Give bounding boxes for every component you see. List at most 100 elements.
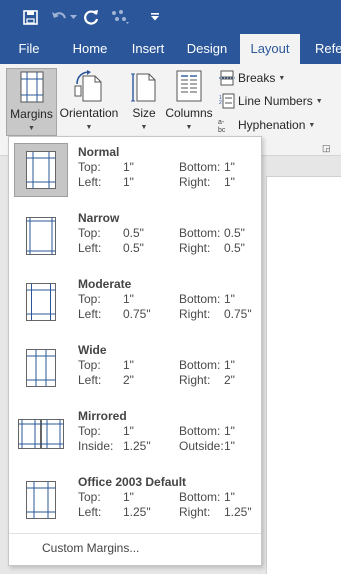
margin-preset-narrow[interactable]: Narrow Top: 0.5" Bottom: 0.5" Left: 0.5"…: [9, 205, 261, 267]
right-value: 1": [224, 175, 235, 189]
top-value: 1": [123, 490, 134, 504]
top-value: 1": [123, 358, 134, 372]
left-label: Left:: [78, 373, 102, 387]
columns-label: Columns: [165, 106, 213, 120]
bottom-label: Bottom:: [179, 490, 221, 504]
top-value: 1": [123, 292, 134, 306]
bottom-value: 1": [224, 358, 235, 372]
inside-value: 1.25": [123, 439, 151, 453]
ribbon-tab-bar: File Home Insert Design Layout Refe: [0, 34, 341, 64]
right-label: Right:: [179, 373, 211, 387]
bottom-label: Bottom:: [179, 424, 221, 438]
right-value: 2": [224, 373, 235, 387]
size-icon: [131, 70, 157, 105]
chevron-down-icon: ▼: [28, 125, 35, 132]
redo-icon[interactable]: [83, 7, 101, 27]
top-label: Top:: [78, 358, 101, 372]
orientation-button[interactable]: Orientation ▼: [58, 68, 120, 136]
bottom-value: 1": [224, 160, 235, 174]
mirrored-margins-icon: [14, 407, 68, 461]
bottom-value: 1": [224, 424, 235, 438]
size-label: Size: [132, 106, 156, 120]
tab-insert[interactable]: Insert: [122, 34, 174, 64]
top-label: Top:: [78, 226, 101, 240]
wide-margins-icon: [14, 341, 68, 395]
breaks-button[interactable]: Breaks ▼: [218, 68, 285, 88]
margin-preset-office-2003-default[interactable]: Office 2003 Default Top: 1" Bottom: 1" L…: [9, 469, 261, 531]
right-label: Right:: [179, 241, 211, 255]
inside-label: Inside:: [78, 439, 114, 453]
undo-dropdown-icon[interactable]: [69, 7, 77, 27]
chevron-down-icon: ▼: [185, 124, 193, 131]
margin-preset-normal[interactable]: Normal Top: 1" Bottom: 1" Left: 1" Right…: [9, 139, 261, 201]
left-value: 2": [123, 373, 134, 387]
chevron-down-icon: ▼: [85, 124, 93, 131]
columns-icon: [176, 70, 202, 105]
page-setup-launcher-icon[interactable]: ◲: [322, 143, 331, 154]
bottom-label: Bottom:: [179, 358, 221, 372]
orientation-label: Orientation: [59, 106, 119, 120]
tab-design[interactable]: Design: [174, 34, 240, 64]
margins-label: Margins: [10, 107, 53, 121]
save-icon[interactable]: [20, 7, 40, 27]
margin-preset-name: Narrow: [78, 211, 120, 225]
quick-access-toolbar: [0, 0, 341, 34]
line-numbers-label: Line Numbers: [238, 94, 313, 108]
margin-preset-name: Wide: [78, 343, 107, 357]
bottom-label: Bottom:: [179, 160, 221, 174]
line-numbers-button[interactable]: 12 Line Numbers ▼: [218, 91, 323, 111]
size-button[interactable]: Size ▼: [126, 68, 162, 136]
tab-file[interactable]: File: [0, 34, 58, 64]
left-label: Left:: [78, 307, 102, 321]
outside-label: Outside:: [179, 439, 224, 453]
svg-text:2: 2: [219, 100, 222, 106]
top-value: 1": [123, 424, 134, 438]
chevron-down-icon: ▼: [140, 124, 148, 131]
outside-value: 1": [224, 439, 235, 453]
bottom-value: 1": [224, 490, 235, 504]
margin-preset-mirrored[interactable]: Mirrored Top: 1" Bottom: 1" Inside: 1.25…: [9, 403, 261, 465]
touch-mode-icon[interactable]: [108, 7, 132, 27]
left-value: 1": [123, 175, 134, 189]
margins-button[interactable]: Margins ▼: [6, 68, 57, 136]
left-label: Left:: [78, 505, 102, 519]
right-label: Right:: [179, 505, 211, 519]
tab-layout[interactable]: Layout: [240, 34, 300, 64]
breaks-label: Breaks: [238, 71, 276, 85]
right-value: 0.5": [224, 241, 245, 255]
top-label: Top:: [78, 424, 101, 438]
columns-button[interactable]: Columns ▼: [163, 68, 215, 136]
tab-home[interactable]: Home: [58, 34, 122, 64]
custom-margins-menu-item[interactable]: Custom Margins...: [42, 541, 139, 555]
top-label: Top:: [78, 160, 101, 174]
hyphenation-icon: a-bc: [218, 116, 236, 134]
hyphenation-label: Hyphenation: [238, 118, 306, 132]
margin-preset-wide[interactable]: Wide Top: 1" Bottom: 1" Left: 2" Right: …: [9, 337, 261, 399]
bottom-label: Bottom:: [179, 292, 221, 306]
margins-icon: [20, 71, 44, 106]
left-value: 0.5": [123, 241, 144, 255]
margin-preset-name: Moderate: [78, 277, 132, 291]
right-value: 1.25": [224, 505, 252, 519]
customize-qat-icon[interactable]: [148, 7, 162, 27]
bottom-label: Bottom:: [179, 226, 221, 240]
menu-divider: [9, 533, 261, 534]
top-label: Top:: [78, 292, 101, 306]
left-label: Left:: [78, 241, 102, 255]
margins-dropdown-menu: Normal Top: 1" Bottom: 1" Left: 1" Right…: [8, 136, 262, 566]
document-page[interactable]: [266, 176, 341, 574]
undo-icon[interactable]: [50, 7, 68, 27]
margin-preset-name: Normal: [78, 145, 120, 159]
right-label: Right:: [179, 175, 211, 189]
right-label: Right:: [179, 307, 211, 321]
left-label: Left:: [78, 175, 102, 189]
narrow-margins-icon: [14, 209, 68, 263]
tab-references[interactable]: Refe: [300, 34, 341, 64]
hyphenation-button[interactable]: a-bc Hyphenation ▼: [218, 115, 315, 135]
chevron-down-icon: ▼: [278, 74, 286, 82]
normal-margins-icon: [14, 143, 68, 197]
margin-preset-moderate[interactable]: Moderate Top: 1" Bottom: 1" Left: 0.75" …: [9, 271, 261, 333]
bottom-value: 0.5": [224, 226, 245, 240]
top-value: 0.5": [123, 226, 144, 240]
chevron-down-icon: ▼: [315, 97, 323, 105]
